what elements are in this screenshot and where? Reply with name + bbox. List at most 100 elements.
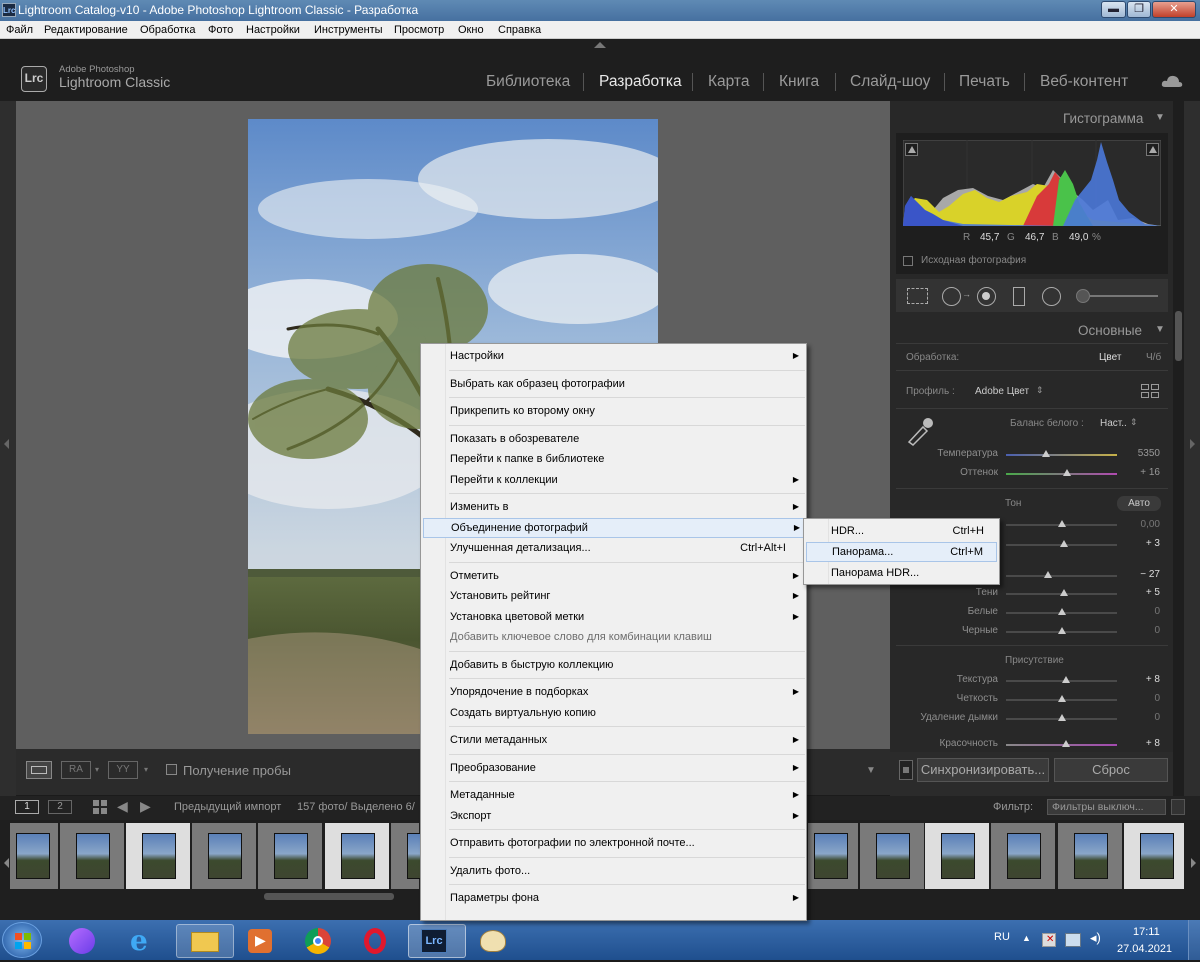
module-web[interactable]: Веб-контент — [1040, 73, 1128, 91]
radial-filter-icon[interactable] — [1042, 287, 1061, 306]
profile-browser-icon[interactable] — [1141, 384, 1160, 399]
module-map[interactable]: Карта — [708, 73, 749, 91]
clarity-value[interactable]: 0 — [1120, 693, 1160, 704]
contrast-value[interactable]: + 3 — [1120, 538, 1160, 549]
module-develop[interactable]: Разработка — [599, 73, 682, 91]
context-menu-item[interactable]: Улучшенная детализация... Ctrl+Alt+I — [449, 538, 803, 558]
tray-expand-icon[interactable]: ▲ — [1022, 933, 1031, 943]
context-menu-item[interactable]: Перейти к папке в библиотеке — [449, 449, 803, 469]
filmstrip-thumb[interactable] — [860, 823, 924, 889]
shadows-slider-knob[interactable] — [1060, 589, 1068, 596]
treatment-color-button[interactable]: Цвет — [1099, 352, 1121, 363]
module-slideshow[interactable]: Слайд-шоу — [850, 73, 930, 91]
grid-view-icon[interactable] — [93, 800, 107, 814]
filmstrip-thumb[interactable] — [258, 823, 322, 889]
before-after-split-button[interactable]: YY — [108, 761, 138, 779]
close-button[interactable]: ✕ — [1152, 1, 1196, 18]
expand-left-panel-icon[interactable] — [4, 439, 9, 449]
volume-icon[interactable]: ◂) — [1090, 930, 1101, 946]
filmstrip-scroll-right-icon[interactable] — [1191, 858, 1196, 868]
window-titlebar[interactable]: Lrc Lightroom Catalog-v10 - Adobe Photos… — [0, 0, 1200, 21]
context-menu-item[interactable]: Выбрать как образец фотографии — [449, 374, 803, 394]
chevron-down-icon[interactable]: ▾ — [95, 765, 99, 774]
menu-develop[interactable]: Обработка — [140, 24, 195, 36]
filmstrip-thumb[interactable] — [1058, 823, 1122, 889]
collapse-right-panel-icon[interactable] — [1190, 439, 1195, 449]
exposure-value[interactable]: 0,00 — [1120, 519, 1160, 530]
brush-slider-icon[interactable] — [1090, 295, 1158, 297]
context-menu-item[interactable]: Прикрепить ко второму окну — [449, 401, 803, 421]
right-strip[interactable] — [1184, 101, 1200, 796]
scrollbar-thumb[interactable] — [1175, 311, 1182, 361]
filter-lock-icon[interactable] — [1171, 799, 1185, 815]
clock-time[interactable]: 17:11 — [1133, 926, 1160, 938]
filmstrip-thumb[interactable] — [325, 823, 389, 889]
tint-value[interactable]: + 16 — [1120, 467, 1160, 478]
context-menu-item[interactable]: Настройки ▶ — [449, 346, 803, 366]
filmstrip-scroll-left-icon[interactable] — [4, 858, 9, 868]
submenu-item[interactable]: HDR... Ctrl+H — [831, 521, 997, 541]
paint-icon[interactable] — [466, 924, 524, 958]
before-after-button[interactable]: RA — [61, 761, 91, 779]
module-print[interactable]: Печать — [959, 73, 1010, 91]
white-balance-select[interactable]: Наст.. — [1100, 418, 1127, 429]
highlight-clipping-toggle[interactable] — [1146, 143, 1159, 156]
chevron-down-icon[interactable]: ▾ — [144, 765, 148, 774]
texture-value[interactable]: + 8 — [1120, 674, 1160, 685]
highlights-value[interactable]: − 27 — [1120, 569, 1160, 580]
context-menu-item[interactable]: Упорядочение в подборках ▶ — [449, 682, 803, 702]
filmstrip-thumb[interactable] — [1124, 823, 1184, 889]
back-arrow-icon[interactable]: ◀ — [117, 798, 128, 815]
dropdown-arrows-icon[interactable]: ⇕ — [1036, 385, 1044, 396]
menu-file[interactable]: Файл — [6, 24, 33, 36]
filmstrip-scrollbar-thumb[interactable] — [264, 893, 394, 900]
collapse-top-panel-icon[interactable] — [594, 42, 606, 48]
context-menu-item[interactable]: Изменить в ▶ — [449, 497, 803, 517]
context-menu-item[interactable]: Стили метаданных ▶ — [449, 730, 803, 750]
forward-arrow-icon[interactable]: ▶ — [140, 798, 151, 815]
temperature-value[interactable]: 5350 — [1120, 448, 1160, 459]
highlights-slider-track[interactable] — [1006, 575, 1117, 577]
contrast-slider-knob[interactable] — [1060, 540, 1068, 547]
whites-slider-knob[interactable] — [1058, 608, 1066, 615]
crop-tool-icon[interactable] — [907, 288, 928, 304]
red-eye-icon[interactable] — [977, 287, 996, 306]
loupe-view-icon[interactable] — [26, 761, 52, 779]
filmstrip-thumb[interactable] — [60, 823, 124, 889]
temperature-slider-knob[interactable] — [1042, 450, 1050, 457]
dehaze-value[interactable]: 0 — [1120, 712, 1160, 723]
temperature-slider-track[interactable] — [1006, 454, 1117, 456]
exposure-slider-knob[interactable] — [1058, 520, 1066, 527]
adjustment-brush-icon[interactable] — [1076, 289, 1090, 303]
start-button[interactable] — [2, 922, 42, 958]
profile-select[interactable]: Adobe Цвет — [975, 386, 1029, 397]
filmstrip-thumb[interactable] — [192, 823, 256, 889]
context-menu-item[interactable]: Удалить фото... — [449, 861, 803, 881]
opera-icon[interactable] — [350, 924, 408, 958]
dropdown-arrows-icon[interactable]: ⇕ — [1130, 417, 1138, 428]
vibrance-value[interactable]: + 8 — [1120, 738, 1160, 749]
lightroom-taskbar-icon[interactable]: Lrc — [408, 924, 466, 958]
vibrance-slider-knob[interactable] — [1062, 740, 1070, 747]
clarity-slider-knob[interactable] — [1058, 695, 1066, 702]
filmstrip-thumb[interactable] — [10, 823, 58, 889]
filmstrip-thumb[interactable] — [925, 823, 989, 889]
context-menu-item[interactable]: Показать в обозревателе — [449, 429, 803, 449]
dehaze-slider-knob[interactable] — [1058, 714, 1066, 721]
show-desktop-button[interactable] — [1188, 920, 1200, 960]
context-menu-item[interactable]: Метаданные ▶ — [449, 785, 803, 805]
context-menu-item[interactable]: Добавить в быструю коллекцию — [449, 655, 803, 675]
explorer-icon[interactable] — [176, 924, 234, 958]
media-player-icon[interactable]: ▶ — [234, 924, 292, 958]
context-menu-item[interactable]: Параметры фона ▶ — [449, 888, 803, 908]
collapse-panel-icon[interactable]: ▼ — [1155, 324, 1165, 335]
histogram-title[interactable]: Гистограмма — [1063, 111, 1143, 126]
tint-slider-knob[interactable] — [1063, 469, 1071, 476]
shadows-value[interactable]: + 5 — [1120, 587, 1160, 598]
toolbar-menu-icon[interactable]: ▼ — [866, 765, 876, 776]
highlights-slider-knob[interactable] — [1044, 571, 1052, 578]
basic-panel-title[interactable]: Основные — [1078, 323, 1142, 338]
module-library[interactable]: Библиотека — [486, 73, 570, 91]
eyedropper-icon[interactable] — [905, 414, 935, 446]
filmstrip-thumb[interactable] — [808, 823, 858, 889]
